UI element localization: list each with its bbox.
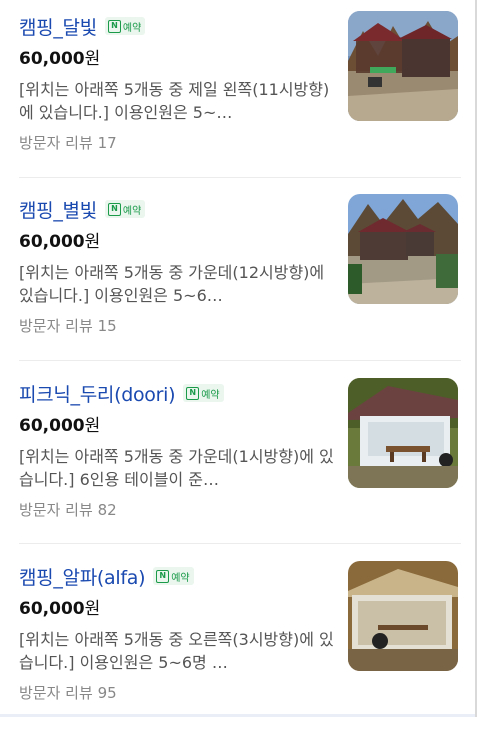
review-count: 방문자 리뷰 82	[19, 500, 334, 520]
item-description: [위치는 아래쪽 5개동 중 가운데(1시방향)에 있습니다.] 6인용 테이블…	[19, 447, 334, 489]
naver-n-icon: N	[156, 569, 170, 583]
campsite-photo	[348, 11, 458, 121]
price-currency: 원	[84, 599, 101, 619]
item-text: 피크닉_두리(doori) N 예약 60,000원 [위치는 아래쪽 5개동 …	[19, 380, 334, 520]
title-row: 캠핑_별빛 N 예약	[19, 196, 334, 222]
badge-label: 예약	[122, 22, 142, 34]
naver-n-icon: N	[107, 202, 121, 216]
price-value: 60,000	[19, 599, 85, 619]
badge-label: 예약	[122, 205, 142, 217]
price: 60,000원	[19, 598, 334, 620]
badge-label: 예약	[201, 389, 220, 401]
reservation-badge: N 예약	[183, 384, 224, 402]
review-label: 방문자 리뷰	[19, 134, 93, 152]
item-thumbnail[interactable]	[348, 194, 458, 304]
item-title-link[interactable]: 캠핑_달빛	[19, 13, 97, 40]
divider	[19, 543, 461, 544]
reservation-badge: N 예약	[153, 567, 194, 585]
review-count-value: 15	[97, 317, 117, 335]
divider	[19, 360, 461, 361]
item-thumbnail[interactable]	[348, 11, 458, 121]
price: 60,000원	[19, 415, 334, 437]
item-text: 캠핑_별빛 N 예약 60,000원 [위치는 아래쪽 5개동 중 가운데(12…	[19, 196, 334, 336]
divider	[19, 177, 461, 178]
review-count-value: 17	[97, 134, 117, 152]
item-title-link[interactable]: 캠핑_별빛	[19, 196, 97, 223]
item-text: 캠핑_달빛 N 예약 60,000원 [위치는 아래쪽 5개동 중 제일 왼쪽(…	[19, 13, 334, 153]
item-description: [위치는 아래쪽 5개동 중 오른쪽(3시방향)에 있습니다.] 이용인원은 5…	[19, 630, 334, 672]
naver-n-icon: N	[107, 19, 121, 33]
title-row: 피크닉_두리(doori) N 예약	[19, 380, 334, 406]
item-thumbnail[interactable]	[348, 378, 458, 488]
item-title-link[interactable]: 캠핑_알파(alfa)	[19, 563, 146, 590]
reservation-badge: N 예약	[104, 200, 146, 218]
reservation-badge: N 예약	[104, 17, 146, 35]
review-label: 방문자 리뷰	[19, 501, 93, 519]
review-label: 방문자 리뷰	[19, 317, 93, 335]
list-item[interactable]: 캠핑_알파(alfa) N 예약 60,000원 [위치는 아래쪽 5개동 중 …	[0, 561, 477, 738]
list-item[interactable]: 캠핑_별빛 N 예약 60,000원 [위치는 아래쪽 5개동 중 가운데(12…	[0, 194, 477, 371]
price-currency: 원	[84, 416, 101, 436]
badge-label: 예약	[171, 572, 190, 584]
campsite-photo	[348, 194, 458, 304]
item-text: 캠핑_알파(alfa) N 예약 60,000원 [위치는 아래쪽 5개동 중 …	[19, 563, 334, 703]
price-value: 60,000	[19, 49, 85, 69]
item-title-link[interactable]: 피크닉_두리(doori)	[19, 380, 176, 407]
campsite-photo	[348, 378, 458, 488]
review-count: 방문자 리뷰 15	[19, 316, 334, 336]
item-thumbnail[interactable]	[348, 561, 458, 671]
title-row: 캠핑_알파(alfa) N 예약	[19, 563, 334, 589]
price-value: 60,000	[19, 416, 85, 436]
title-row: 캠핑_달빛 N 예약	[19, 13, 334, 39]
price-currency: 원	[84, 49, 101, 69]
list-item[interactable]: 캠핑_달빛 N 예약 60,000원 [위치는 아래쪽 5개동 중 제일 왼쪽(…	[0, 11, 477, 188]
review-label: 방문자 리뷰	[19, 684, 93, 702]
price-value: 60,000	[19, 232, 85, 252]
item-description: [위치는 아래쪽 5개동 중 가운데(12시방향)에 있습니다.] 이용인원은 …	[19, 263, 325, 305]
review-count-value: 95	[97, 684, 117, 702]
naver-n-icon: N	[186, 386, 200, 400]
list-item[interactable]: 피크닉_두리(doori) N 예약 60,000원 [위치는 아래쪽 5개동 …	[0, 378, 477, 555]
price: 60,000원	[19, 231, 334, 253]
price: 60,000원	[19, 48, 334, 70]
price-currency: 원	[84, 232, 101, 252]
review-count-value: 82	[97, 501, 117, 519]
item-description: [위치는 아래쪽 5개동 중 제일 왼쪽(11시방향)에 있습니다.] 이용인원…	[19, 80, 330, 122]
review-count: 방문자 리뷰 17	[19, 133, 334, 153]
campsite-photo	[348, 561, 458, 671]
review-count: 방문자 리뷰 95	[19, 683, 334, 703]
